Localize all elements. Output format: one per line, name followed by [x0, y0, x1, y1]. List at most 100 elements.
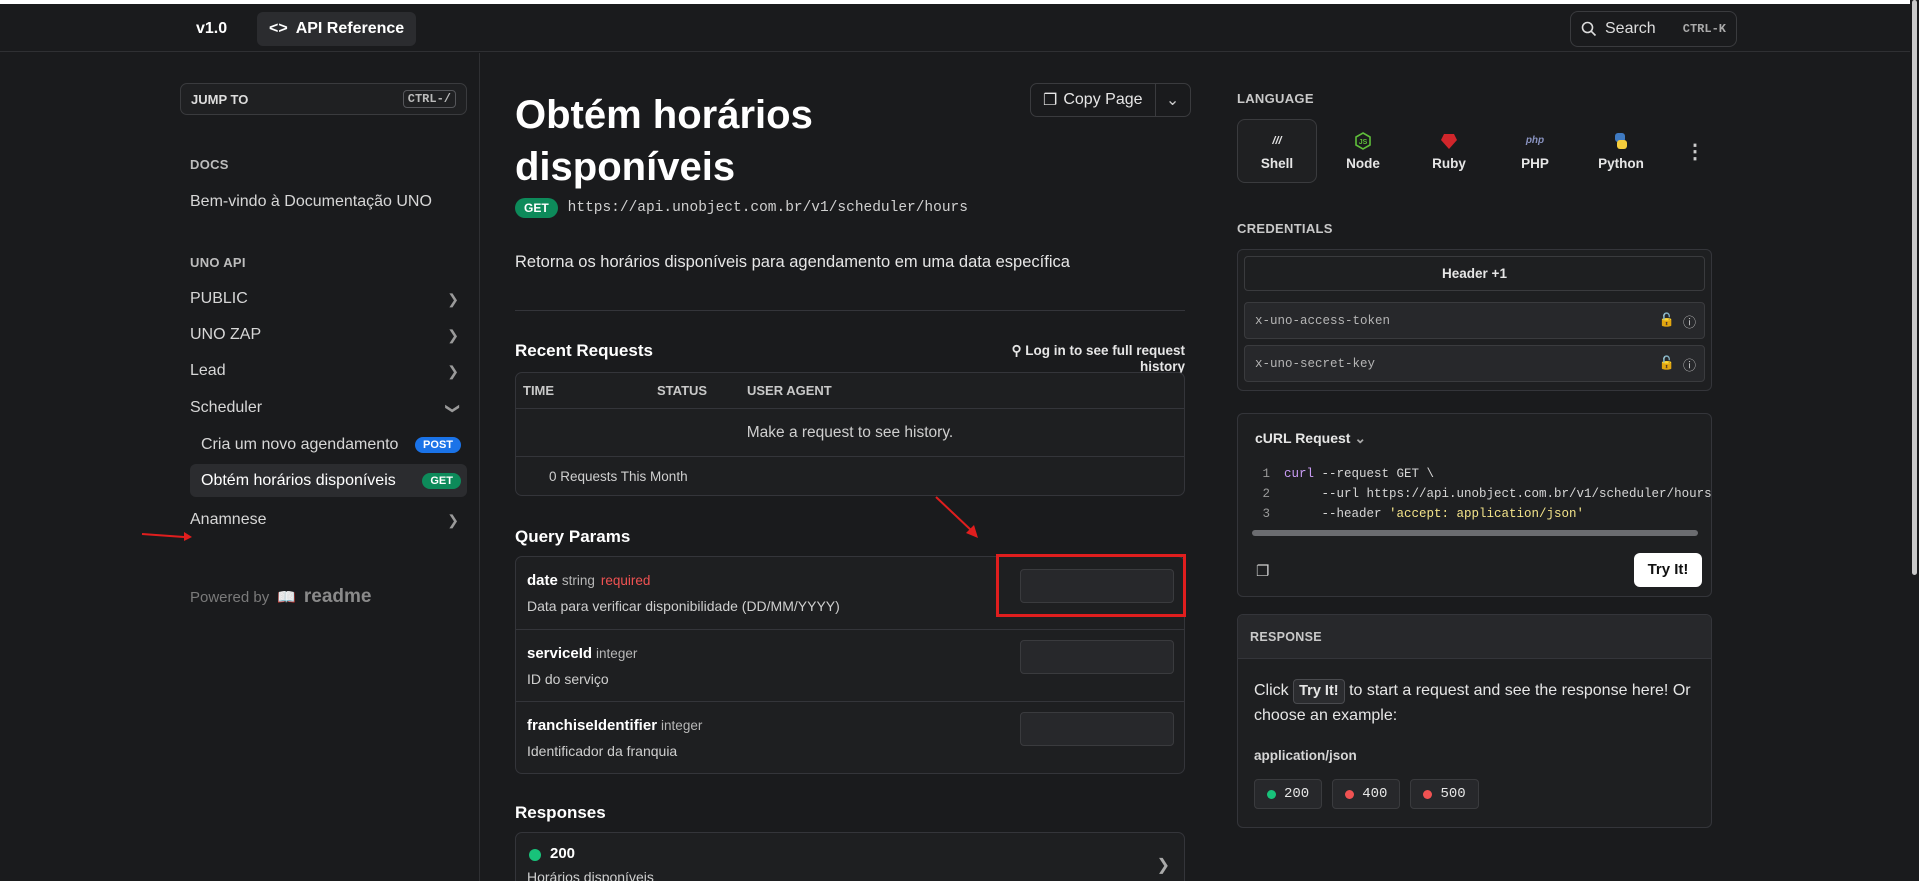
book-icon: 📖: [277, 589, 296, 606]
param-name-text: date: [527, 572, 558, 589]
param-type: string: [561, 573, 595, 588]
sidebar-item-label: Scheduler: [190, 399, 263, 416]
lang-label: Ruby: [1432, 155, 1466, 171]
example-500-button[interactable]: 500: [1410, 779, 1479, 809]
sidebar-item-label: Anamnese: [190, 511, 267, 528]
jump-to-button[interactable]: JUMP TO CTRL-/: [180, 83, 467, 115]
sidebar-item-create-appointment[interactable]: Cria um novo agendamento POST: [190, 428, 467, 461]
response-label: RESPONSE: [1238, 615, 1711, 659]
divider: [515, 310, 1185, 311]
red-highlight-box: [996, 554, 1186, 617]
code-keyword: curl: [1284, 467, 1315, 481]
param-description: Data para verificar disponibilidade (DD/…: [527, 598, 840, 614]
lang-label: Python: [1598, 155, 1644, 171]
powered-by-readme[interactable]: Powered by 📖 readme: [190, 586, 372, 608]
copy-code-icon[interactable]: ❐: [1256, 562, 1269, 580]
column-time: TIME: [523, 383, 555, 398]
page-scrollbar-thumb[interactable]: [1912, 0, 1917, 575]
chevron-down-icon: ⌄: [1165, 92, 1180, 109]
node-icon: JS: [1353, 131, 1373, 150]
unlock-icon[interactable]: 🔓: [1659, 355, 1675, 374]
login-history-link[interactable]: ⚲ Log in to see full request history: [971, 343, 1185, 374]
sidebar-item-lead[interactable]: Lead ❯: [190, 356, 467, 386]
secret-key-field[interactable]: x-uno-secret-key 🔓 ⓘ: [1244, 345, 1705, 382]
api-section-label: UNO API: [190, 255, 246, 270]
curl-request-box: cURL Request ⌄ 1 curl --request GET \ 2 --…: [1237, 413, 1712, 597]
copy-page-dropdown[interactable]: ⌄: [1156, 84, 1190, 116]
curl-request-dropdown[interactable]: cURL Request ⌄: [1255, 430, 1366, 447]
curl-title-label: cURL Request: [1255, 430, 1351, 446]
jump-to-label: JUMP TO: [191, 91, 249, 107]
search-label: Search: [1605, 20, 1656, 37]
unlock-icon[interactable]: 🔓: [1659, 312, 1675, 331]
copy-page-button[interactable]: ❐ Copy Page: [1031, 84, 1156, 116]
lang-ruby[interactable]: Ruby: [1409, 119, 1489, 183]
sidebar-item-welcome[interactable]: Bem-vindo à Documentação UNO: [190, 187, 467, 217]
search-button[interactable]: Search CTRL-K: [1570, 11, 1737, 47]
param-name: date string required: [527, 572, 650, 589]
param-type: integer: [596, 646, 638, 661]
more-languages-icon[interactable]: ⋮: [1685, 139, 1705, 164]
sidebar-item-label: PUBLIC: [190, 290, 248, 307]
api-reference-tab[interactable]: <> API Reference: [257, 12, 417, 46]
response-description: Horários disponíveis: [527, 869, 654, 881]
example-200-button[interactable]: 200: [1254, 779, 1323, 809]
try-it-button[interactable]: Try It!: [1634, 553, 1702, 587]
credentials-header-tab[interactable]: Header +1: [1244, 256, 1705, 291]
sidebar-item-uno-zap[interactable]: UNO ZAP ❯: [190, 320, 467, 350]
sidebar: JUMP TO CTRL-/ DOCS Bem-vindo à Document…: [0, 53, 480, 881]
sidebar-item-scheduler[interactable]: Scheduler ❯: [190, 393, 467, 423]
lang-shell[interactable]: /// Shell: [1237, 119, 1317, 183]
sidebar-item-get-hours[interactable]: Obtém horários disponíveis GET: [190, 464, 467, 497]
access-token-field[interactable]: x-uno-access-token 🔓 ⓘ: [1244, 302, 1705, 339]
help-icon[interactable]: ⓘ: [1683, 312, 1696, 331]
code-snippet: 1 curl --request GET \ 2 --url https://api…: [1252, 464, 1712, 524]
version-selector[interactable]: v1.0: [196, 20, 227, 38]
sidebar-item-label: UNO ZAP: [190, 326, 262, 343]
help-icon[interactable]: ⓘ: [1683, 355, 1696, 374]
top-nav-bar: v1.0 <> API Reference Search CTRL-K: [0, 4, 1910, 52]
ruby-icon: [1439, 132, 1459, 150]
code-text: --request GET \: [1314, 467, 1435, 481]
response-hint: Click Try It! to start a request and see…: [1254, 679, 1694, 727]
param-name-text: franchiseIdentifier: [527, 717, 658, 734]
sidebar-item-anamnese[interactable]: Anamnese ❯: [190, 505, 467, 535]
lang-node[interactable]: JS Node: [1323, 119, 1403, 183]
secret-key-placeholder: x-uno-secret-key: [1255, 357, 1376, 371]
powered-by-label: Powered by: [190, 588, 270, 606]
lang-php[interactable]: php PHP: [1495, 119, 1575, 183]
param-description: Identificador da franquia: [527, 743, 678, 759]
code-line: 1 curl --request GET \: [1252, 464, 1712, 484]
lang-python[interactable]: Python: [1581, 119, 1661, 183]
column-status: STATUS: [657, 383, 708, 398]
response-panel: RESPONSE Click Try It! to start a reques…: [1237, 614, 1712, 828]
hint-text: Click: [1254, 682, 1289, 699]
readme-logo: readme: [303, 586, 372, 607]
sidebar-item-label: Bem-vindo à Documentação UNO: [190, 193, 432, 210]
login-history-label: Log in to see full request history: [1025, 343, 1185, 374]
sidebar-item-public[interactable]: PUBLIC ❯: [190, 284, 467, 314]
credentials-box: Header +1 x-uno-access-token 🔓 ⓘ x-uno-se…: [1237, 249, 1712, 391]
column-user-agent: USER AGENT: [747, 383, 832, 398]
franchise-identifier-input[interactable]: [1020, 712, 1174, 746]
code-line: 3 --header 'accept: application/json': [1252, 504, 1712, 524]
line-number: 1: [1262, 467, 1270, 481]
empty-history-message: Make a request to see history.: [516, 409, 1184, 457]
param-required: required: [600, 573, 651, 588]
mime-type-label: application/json: [1254, 748, 1357, 763]
inline-try-it-button[interactable]: Try It!: [1293, 679, 1345, 704]
chevron-down-icon: ⌄: [1354, 430, 1367, 446]
sidebar-item-label: Cria um novo agendamento: [201, 435, 399, 453]
code-text: --url https://api.unobject.com.br/v1/sch…: [1284, 487, 1712, 501]
example-code: 500: [1440, 786, 1466, 802]
chevron-right-icon: ❯: [1156, 857, 1170, 874]
copy-page-label: Copy Page: [1063, 91, 1143, 108]
get-method-badge: GET: [422, 472, 461, 489]
language-label: LANGUAGE: [1237, 91, 1314, 106]
docs-section-label: DOCS: [190, 157, 229, 172]
chevron-right-icon: ❯: [447, 326, 459, 343]
service-id-input[interactable]: [1020, 640, 1174, 674]
response-200-item[interactable]: 200 Horários disponíveis ❯: [515, 832, 1185, 881]
code-horizontal-scrollbar[interactable]: [1252, 530, 1698, 536]
example-400-button[interactable]: 400: [1332, 779, 1401, 809]
